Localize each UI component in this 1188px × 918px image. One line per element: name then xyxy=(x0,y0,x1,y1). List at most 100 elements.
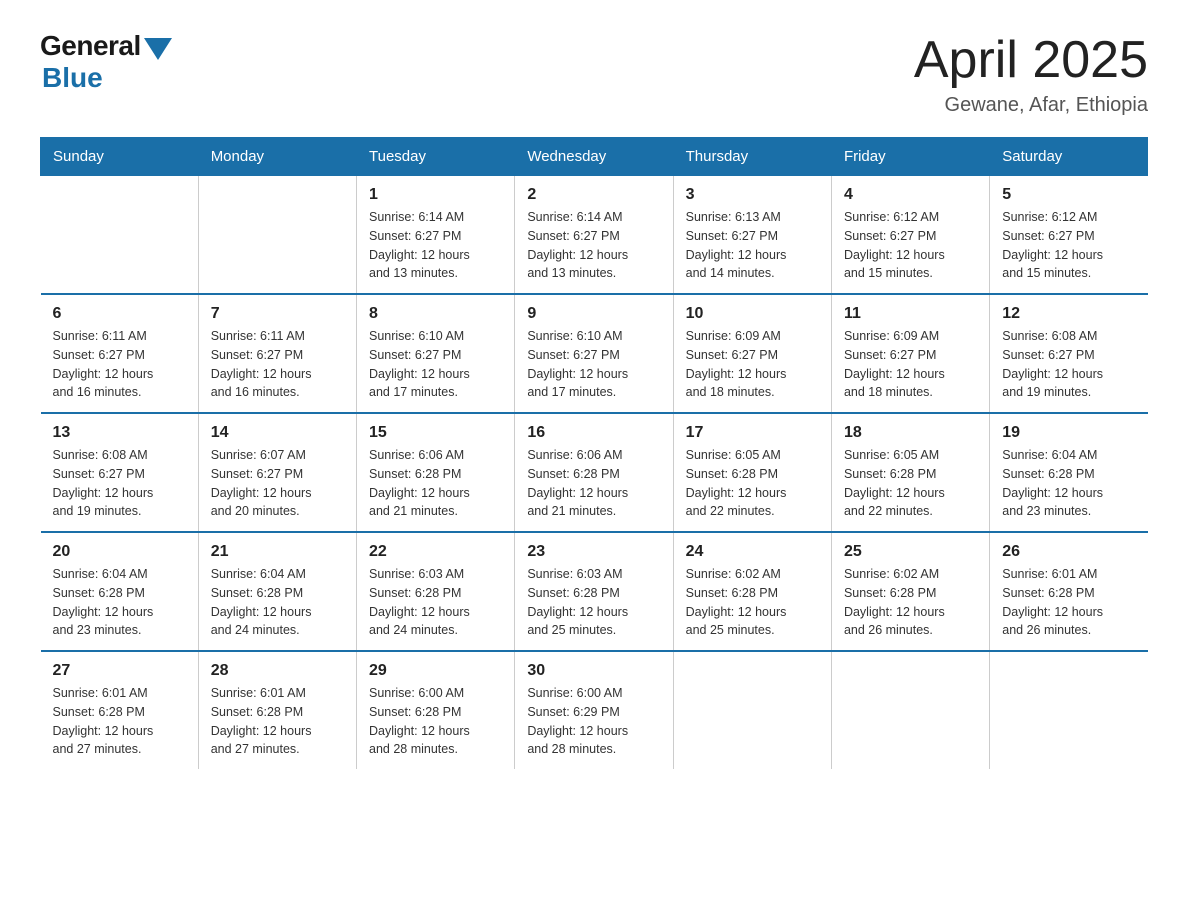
day-number: 16 xyxy=(527,424,660,442)
day-info: Sunrise: 6:11 AMSunset: 6:27 PMDaylight:… xyxy=(211,327,344,402)
calendar-cell: 13 Sunrise: 6:08 AMSunset: 6:27 PMDayligh… xyxy=(41,413,199,532)
calendar-cell: 23Sunrise: 6:03 AMSunset: 6:28 PMDayligh… xyxy=(515,532,673,651)
day-info: Sunrise: 6:08 AMSunset: 6:27 PMDaylight:… xyxy=(53,446,186,521)
day-number: 8 xyxy=(369,305,502,323)
calendar-cell: 24 Sunrise: 6:02 AMSunset: 6:28 PMDayligh… xyxy=(673,532,831,651)
calendar-cell: 2 Sunrise: 6:14 AMSunset: 6:27 PMDaylight… xyxy=(515,176,673,295)
header-cell-wednesday: Wednesday xyxy=(515,138,673,176)
calendar-cell: 17Sunrise: 6:05 AMSunset: 6:28 PMDayligh… xyxy=(673,413,831,532)
calendar-cell: 22 Sunrise: 6:03 AMSunset: 6:28 PMDayligh… xyxy=(357,532,515,651)
calendar-cell: 14Sunrise: 6:07 AMSunset: 6:27 PMDayligh… xyxy=(198,413,356,532)
day-number: 13 xyxy=(53,424,186,442)
calendar-cell: 3Sunrise: 6:13 AMSunset: 6:27 PMDaylight… xyxy=(673,176,831,295)
day-number: 5 xyxy=(1002,186,1135,204)
day-number: 24 xyxy=(686,543,819,561)
calendar-cell: 18 Sunrise: 6:05 AMSunset: 6:28 PMDayligh… xyxy=(831,413,989,532)
calendar-table: SundayMondayTuesdayWednesdayThursdayFrid… xyxy=(40,137,1148,769)
header-row: SundayMondayTuesdayWednesdayThursdayFrid… xyxy=(41,138,1148,176)
day-info: Sunrise: 6:11 AMSunset: 6:27 PMDaylight:… xyxy=(53,327,186,402)
day-info: Sunrise: 6:07 AMSunset: 6:27 PMDaylight:… xyxy=(211,446,344,521)
calendar-cell: 12 Sunrise: 6:08 AMSunset: 6:27 PMDayligh… xyxy=(990,294,1148,413)
day-number: 12 xyxy=(1002,305,1135,323)
day-info: Sunrise: 6:12 AMSunset: 6:27 PMDaylight:… xyxy=(844,208,977,283)
calendar-body: 1 Sunrise: 6:14 AMSunset: 6:27 PMDaylight… xyxy=(41,176,1148,770)
logo: General Blue xyxy=(40,30,172,94)
day-number: 29 xyxy=(369,662,502,680)
day-info: Sunrise: 6:01 AMSunset: 6:28 PMDaylight:… xyxy=(53,684,186,759)
calendar-cell: 10Sunrise: 6:09 AMSunset: 6:27 PMDayligh… xyxy=(673,294,831,413)
day-number: 25 xyxy=(844,543,977,561)
calendar-cell: 19Sunrise: 6:04 AMSunset: 6:28 PMDayligh… xyxy=(990,413,1148,532)
logo-triangle-icon xyxy=(144,38,172,60)
logo-blue-text: Blue xyxy=(42,62,103,94)
calendar-week-1: 1 Sunrise: 6:14 AMSunset: 6:27 PMDaylight… xyxy=(41,176,1148,295)
day-number: 4 xyxy=(844,186,977,204)
day-number: 21 xyxy=(211,543,344,561)
day-info: Sunrise: 6:02 AMSunset: 6:28 PMDaylight:… xyxy=(686,565,819,640)
day-number: 6 xyxy=(53,305,186,323)
header-cell-saturday: Saturday xyxy=(990,138,1148,176)
day-info: Sunrise: 6:14 AMSunset: 6:27 PMDaylight:… xyxy=(527,208,660,283)
day-info: Sunrise: 6:02 AMSunset: 6:28 PMDaylight:… xyxy=(844,565,977,640)
calendar-week-5: 27 Sunrise: 6:01 AMSunset: 6:28 PMDayligh… xyxy=(41,651,1148,769)
calendar-cell xyxy=(673,651,831,769)
location-title: Gewane, Afar, Ethiopia xyxy=(914,94,1148,117)
month-title: April 2025 xyxy=(914,30,1148,90)
calendar-cell: 8 Sunrise: 6:10 AMSunset: 6:27 PMDaylight… xyxy=(357,294,515,413)
calendar-cell: 11 Sunrise: 6:09 AMSunset: 6:27 PMDayligh… xyxy=(831,294,989,413)
calendar-cell xyxy=(41,176,199,295)
day-info: Sunrise: 6:03 AMSunset: 6:28 PMDaylight:… xyxy=(527,565,660,640)
day-info: Sunrise: 6:10 AMSunset: 6:27 PMDaylight:… xyxy=(527,327,660,402)
calendar-cell: 7 Sunrise: 6:11 AMSunset: 6:27 PMDaylight… xyxy=(198,294,356,413)
day-info: Sunrise: 6:03 AMSunset: 6:28 PMDaylight:… xyxy=(369,565,502,640)
day-info: Sunrise: 6:01 AMSunset: 6:28 PMDaylight:… xyxy=(1002,565,1135,640)
day-number: 1 xyxy=(369,186,502,204)
header-cell-monday: Monday xyxy=(198,138,356,176)
day-info: Sunrise: 6:12 AMSunset: 6:27 PMDaylight:… xyxy=(1002,208,1135,283)
calendar-cell: 20Sunrise: 6:04 AMSunset: 6:28 PMDayligh… xyxy=(41,532,199,651)
calendar-cell: 1 Sunrise: 6:14 AMSunset: 6:27 PMDaylight… xyxy=(357,176,515,295)
header-cell-sunday: Sunday xyxy=(41,138,199,176)
day-number: 2 xyxy=(527,186,660,204)
calendar-cell: 9Sunrise: 6:10 AMSunset: 6:27 PMDaylight… xyxy=(515,294,673,413)
day-number: 27 xyxy=(53,662,186,680)
calendar-cell xyxy=(831,651,989,769)
day-info: Sunrise: 6:09 AMSunset: 6:27 PMDaylight:… xyxy=(686,327,819,402)
calendar-cell: 25 Sunrise: 6:02 AMSunset: 6:28 PMDayligh… xyxy=(831,532,989,651)
day-info: Sunrise: 6:08 AMSunset: 6:27 PMDaylight:… xyxy=(1002,327,1135,402)
day-info: Sunrise: 6:06 AMSunset: 6:28 PMDaylight:… xyxy=(369,446,502,521)
header-cell-tuesday: Tuesday xyxy=(357,138,515,176)
header-cell-friday: Friday xyxy=(831,138,989,176)
day-info: Sunrise: 6:05 AMSunset: 6:28 PMDaylight:… xyxy=(686,446,819,521)
day-info: Sunrise: 6:00 AMSunset: 6:29 PMDaylight:… xyxy=(527,684,660,759)
day-info: Sunrise: 6:10 AMSunset: 6:27 PMDaylight:… xyxy=(369,327,502,402)
calendar-header: SundayMondayTuesdayWednesdayThursdayFrid… xyxy=(41,138,1148,176)
calendar-cell: 21Sunrise: 6:04 AMSunset: 6:28 PMDayligh… xyxy=(198,532,356,651)
calendar-cell: 30 Sunrise: 6:00 AMSunset: 6:29 PMDayligh… xyxy=(515,651,673,769)
calendar-cell: 6 Sunrise: 6:11 AMSunset: 6:27 PMDaylight… xyxy=(41,294,199,413)
calendar-week-3: 13 Sunrise: 6:08 AMSunset: 6:27 PMDayligh… xyxy=(41,413,1148,532)
calendar-cell: 28 Sunrise: 6:01 AMSunset: 6:28 PMDayligh… xyxy=(198,651,356,769)
day-number: 28 xyxy=(211,662,344,680)
day-info: Sunrise: 6:01 AMSunset: 6:28 PMDaylight:… xyxy=(211,684,344,759)
day-info: Sunrise: 6:09 AMSunset: 6:27 PMDaylight:… xyxy=(844,327,977,402)
day-number: 30 xyxy=(527,662,660,680)
logo-general-text: General xyxy=(40,30,141,62)
day-number: 18 xyxy=(844,424,977,442)
calendar-cell: 27 Sunrise: 6:01 AMSunset: 6:28 PMDayligh… xyxy=(41,651,199,769)
calendar-week-2: 6 Sunrise: 6:11 AMSunset: 6:27 PMDaylight… xyxy=(41,294,1148,413)
day-info: Sunrise: 6:14 AMSunset: 6:27 PMDaylight:… xyxy=(369,208,502,283)
day-info: Sunrise: 6:05 AMSunset: 6:28 PMDaylight:… xyxy=(844,446,977,521)
day-info: Sunrise: 6:04 AMSunset: 6:28 PMDaylight:… xyxy=(53,565,186,640)
day-number: 22 xyxy=(369,543,502,561)
calendar-cell xyxy=(990,651,1148,769)
calendar-cell: 15Sunrise: 6:06 AMSunset: 6:28 PMDayligh… xyxy=(357,413,515,532)
title-section: April 2025 Gewane, Afar, Ethiopia xyxy=(914,30,1148,117)
day-number: 3 xyxy=(686,186,819,204)
calendar-cell: 16Sunrise: 6:06 AMSunset: 6:28 PMDayligh… xyxy=(515,413,673,532)
day-info: Sunrise: 6:04 AMSunset: 6:28 PMDaylight:… xyxy=(1002,446,1135,521)
day-number: 11 xyxy=(844,305,977,323)
day-number: 7 xyxy=(211,305,344,323)
page-header: General Blue April 2025 Gewane, Afar, Et… xyxy=(40,30,1148,117)
calendar-cell xyxy=(198,176,356,295)
